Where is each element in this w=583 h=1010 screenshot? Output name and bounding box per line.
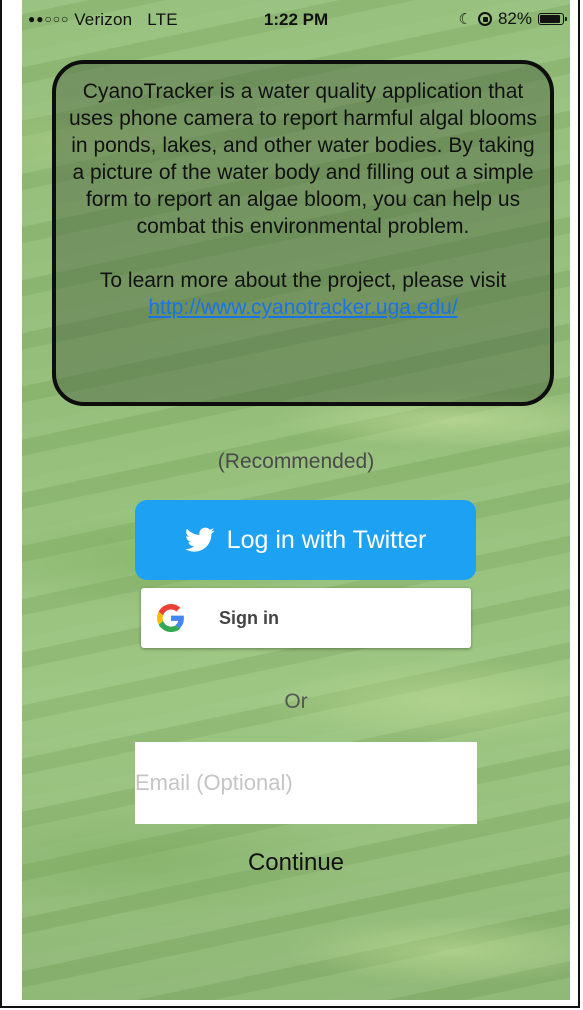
twitter-login-label: Log in with Twitter	[226, 525, 427, 554]
email-field[interactable]	[135, 742, 477, 824]
app-screen: ●●○○○ Verizon LTE 1:22 PM ☾ 82% CyanoTra…	[22, 0, 570, 1000]
battery-fill	[540, 15, 560, 23]
or-divider-text: Or	[284, 690, 308, 713]
google-sign-in-label: Sign in	[219, 607, 279, 628]
device-frame: ●●○○○ Verizon LTE 1:22 PM ☾ 82% CyanoTra…	[0, 0, 580, 1008]
battery-percent: 82%	[497, 9, 532, 28]
project-link[interactable]: http://www.cyanotracker.uga.edu/	[148, 296, 457, 319]
continue-button[interactable]: Continue	[22, 849, 570, 877]
twitter-bird-icon	[184, 527, 215, 552]
recommended-label: (Recommended)	[217, 450, 375, 473]
status-indicators: ☾ 82%	[458, 9, 567, 29]
battery-icon	[538, 13, 567, 25]
google-g-icon	[157, 604, 184, 632]
project-description: CyanoTracker is a water quality applicat…	[68, 80, 538, 238]
rotation-lock-icon	[477, 12, 492, 26]
learn-more-text: To learn more about the project, please …	[99, 269, 507, 292]
project-info-box: CyanoTracker is a water quality applicat…	[52, 60, 554, 406]
google-sign-in-button[interactable]: Sign in	[141, 588, 471, 648]
moon-icon: ☾	[458, 11, 472, 28]
status-bar: ●●○○○ Verizon LTE 1:22 PM ☾ 82%	[22, 0, 570, 40]
twitter-login-button[interactable]: Log in with Twitter	[135, 500, 476, 580]
